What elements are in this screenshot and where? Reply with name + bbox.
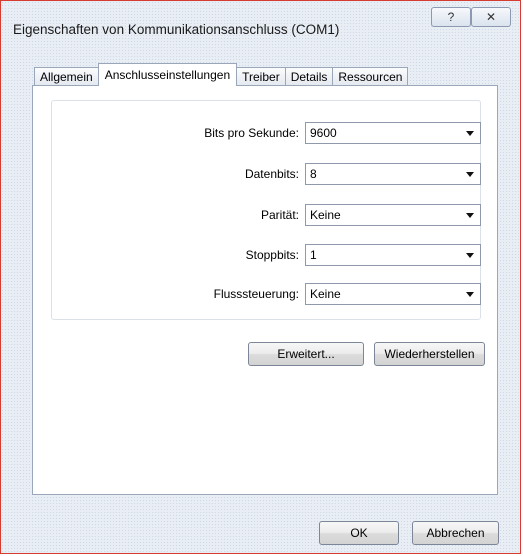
flow-control-label: Flusssteuerung: bbox=[213, 287, 299, 301]
tab-label: Anschlusseinstellungen bbox=[104, 68, 231, 82]
data-bits-value: 8 bbox=[310, 167, 317, 181]
tab-treiber[interactable]: Treiber bbox=[236, 67, 286, 86]
bits-per-second-label: Bits pro Sekunde: bbox=[204, 126, 299, 140]
tab-anschlusseinstellungen[interactable]: Anschlusseinstellungen bbox=[97, 63, 238, 86]
bits-per-second-select[interactable]: 9600 bbox=[305, 122, 481, 144]
stop-bits-value: 1 bbox=[310, 248, 317, 262]
bits-per-second-row: Bits pro Sekunde: 9600 bbox=[52, 122, 481, 144]
dropdown-arrow-icon bbox=[466, 172, 474, 177]
data-bits-select[interactable]: 8 bbox=[305, 163, 481, 185]
properties-dialog: Eigenschaften von Kommunikationsanschlus… bbox=[0, 0, 521, 554]
dropdown-arrow-icon bbox=[466, 253, 474, 258]
title-bar: Eigenschaften von Kommunikationsanschlus… bbox=[1, 1, 520, 53]
data-bits-label: Datenbits: bbox=[244, 167, 299, 181]
tab-strip: Allgemein Anschlusseinstellungen Treiber… bbox=[34, 62, 409, 86]
dropdown-arrow-icon bbox=[466, 131, 474, 136]
parity-label: Parität: bbox=[260, 208, 299, 222]
restore-defaults-button[interactable]: Wiederherstellen bbox=[374, 342, 485, 366]
stop-bits-label: Stoppbits: bbox=[245, 248, 299, 262]
ok-button[interactable]: OK bbox=[319, 521, 399, 545]
dropdown-arrow-icon bbox=[466, 292, 474, 297]
close-button[interactable]: ✕ bbox=[471, 7, 511, 27]
window-title: Eigenschaften von Kommunikationsanschlus… bbox=[13, 22, 340, 37]
tab-label: Allgemein bbox=[40, 70, 93, 84]
parity-select[interactable]: Keine bbox=[305, 204, 481, 226]
dropdown-arrow-icon bbox=[466, 213, 474, 218]
tab-allgemein[interactable]: Allgemein bbox=[34, 67, 99, 86]
flow-control-select[interactable]: Keine bbox=[305, 283, 481, 305]
tab-label: Ressourcen bbox=[338, 70, 403, 84]
port-settings-group: Bits pro Sekunde: 9600 Datenbits: 8 Pari… bbox=[51, 100, 481, 320]
bits-per-second-value: 9600 bbox=[310, 126, 337, 140]
tab-label: Treiber bbox=[242, 70, 280, 84]
stop-bits-select[interactable]: 1 bbox=[305, 244, 481, 266]
tab-details[interactable]: Details bbox=[284, 67, 334, 86]
help-button[interactable]: ? bbox=[431, 7, 471, 27]
data-bits-row: Datenbits: 8 bbox=[52, 163, 481, 185]
parity-row: Parität: Keine bbox=[52, 204, 481, 226]
stop-bits-row: Stoppbits: 1 bbox=[52, 244, 481, 266]
help-icon: ? bbox=[447, 10, 455, 24]
cancel-button[interactable]: Abbrechen bbox=[412, 521, 499, 545]
close-icon: ✕ bbox=[485, 10, 497, 24]
tab-ressourcen[interactable]: Ressourcen bbox=[332, 67, 409, 86]
tab-panel-anschlusseinstellungen: Bits pro Sekunde: 9600 Datenbits: 8 Pari… bbox=[32, 85, 498, 495]
tab-label: Details bbox=[290, 70, 328, 84]
flow-control-value: Keine bbox=[310, 287, 341, 301]
flow-control-row: Flusssteuerung: Keine bbox=[52, 283, 481, 305]
advanced-button[interactable]: Erweitert... bbox=[248, 342, 364, 366]
parity-value: Keine bbox=[310, 208, 341, 222]
